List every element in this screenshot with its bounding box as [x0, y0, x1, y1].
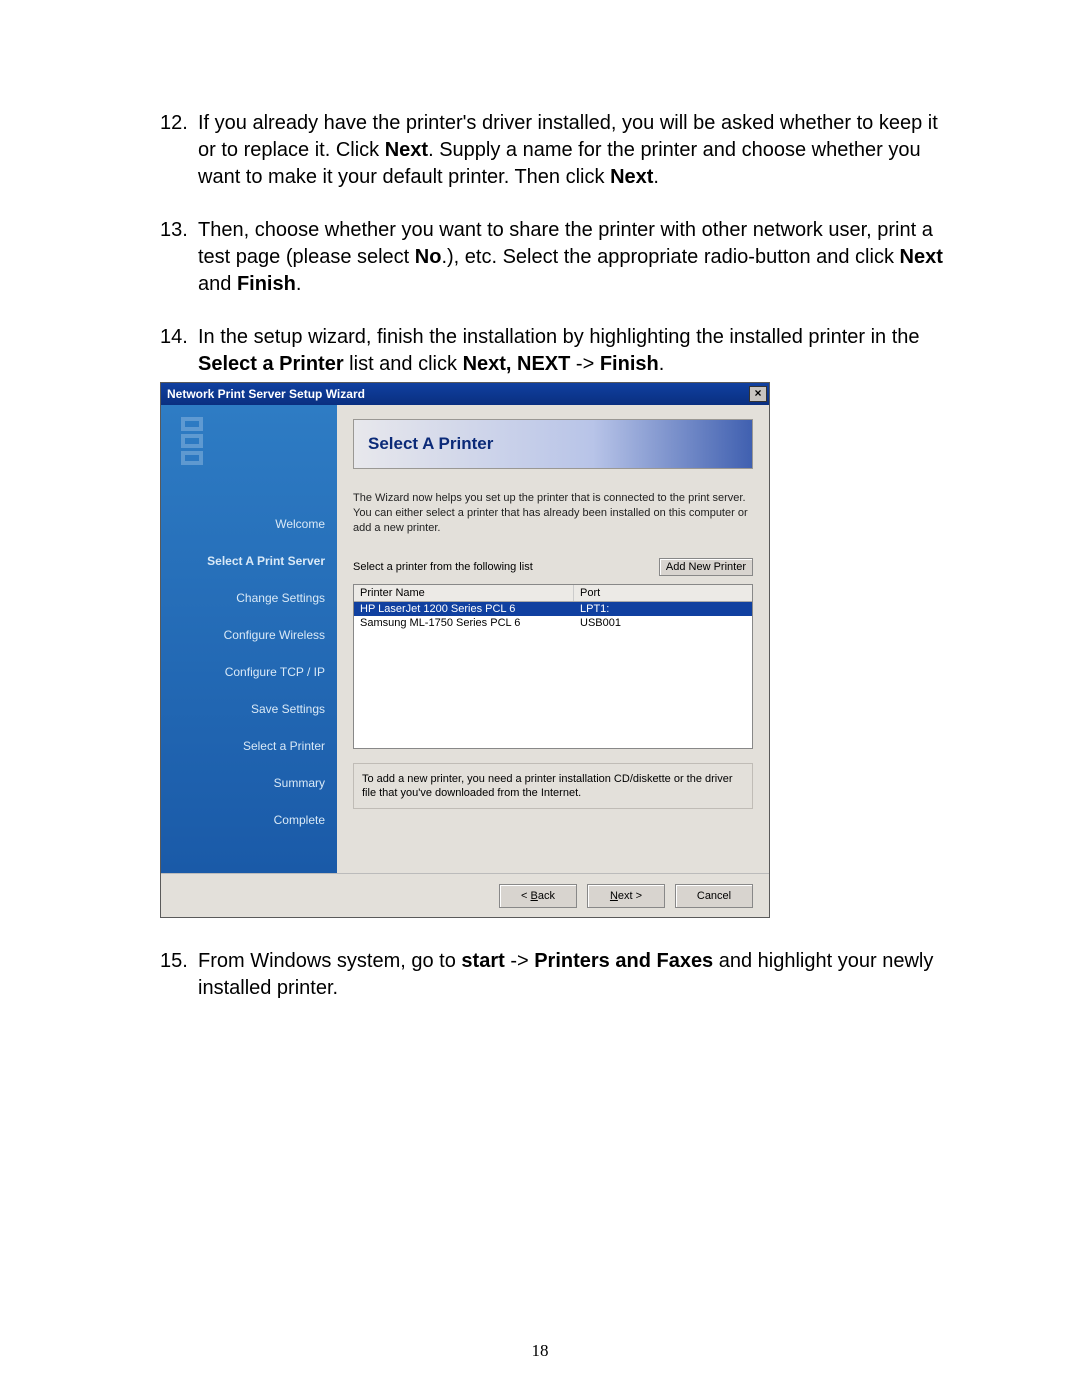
wizard-footer: < Back Next > Cancel	[161, 873, 769, 917]
step-12: 12. If you already have the printer's dr…	[160, 110, 960, 191]
window-title: Network Print Server Setup Wizard	[167, 387, 365, 401]
printer-row[interactable]: Samsung ML-1750 Series PCL 6USB001	[354, 616, 752, 630]
printer-port: USB001	[574, 616, 752, 630]
col-port: Port	[574, 585, 752, 601]
close-icon[interactable]: ×	[749, 386, 767, 402]
cancel-button[interactable]: Cancel	[675, 884, 753, 908]
wizard-heading-banner: Select A Printer	[353, 419, 753, 469]
next-button[interactable]: Next >	[587, 884, 665, 908]
printer-row[interactable]: HP LaserJet 1200 Series PCL 6LPT1:	[354, 602, 752, 616]
wizard-heading: Select A Printer	[368, 434, 493, 454]
sidebar-item-change-settings[interactable]: Change Settings	[161, 579, 337, 616]
printer-name: HP LaserJet 1200 Series PCL 6	[354, 602, 574, 616]
printer-listbox[interactable]: Printer Name Port HP LaserJet 1200 Serie…	[353, 584, 753, 749]
step-number: 13.	[160, 217, 198, 298]
sidebar-item-configure-wireless[interactable]: Configure Wireless	[161, 616, 337, 653]
printer-list-header: Printer Name Port	[354, 585, 752, 602]
sidebar-item-select-a-print-server[interactable]: Select A Print Server	[161, 542, 337, 579]
step-13: 13. Then, choose whether you want to sha…	[160, 217, 960, 298]
sidebar-item-complete[interactable]: Complete	[161, 801, 337, 838]
printer-port: LPT1:	[574, 602, 752, 616]
wizard-intro: The Wizard now helps you set up the prin…	[353, 491, 753, 536]
step-body: Then, choose whether you want to share t…	[198, 217, 960, 298]
step-body: From Windows system, go to start -> Prin…	[198, 948, 960, 1002]
col-printer-name: Printer Name	[354, 585, 574, 601]
step-number: 14.	[160, 324, 198, 378]
wizard-main: Select A Printer The Wizard now helps yo…	[337, 405, 769, 873]
add-new-printer-button[interactable]: Add New Printer	[659, 558, 753, 576]
sidebar-item-select-a-printer[interactable]: Select a Printer	[161, 727, 337, 764]
printer-name: Samsung ML-1750 Series PCL 6	[354, 616, 574, 630]
back-button[interactable]: < Back	[499, 884, 577, 908]
step-number: 15.	[160, 948, 198, 1002]
step-body: If you already have the printer's driver…	[198, 110, 960, 191]
wizard-tip: To add a new printer, you need a printer…	[353, 763, 753, 810]
sidebar-item-save-settings[interactable]: Save Settings	[161, 690, 337, 727]
sidebar-item-welcome[interactable]: Welcome	[161, 505, 337, 542]
instruction-list: 12. If you already have the printer's dr…	[120, 110, 960, 1002]
wizard-window: Network Print Server Setup Wizard × Welc…	[160, 382, 770, 918]
step-14: 14. In the setup wizard, finish the inst…	[160, 324, 960, 378]
sidebar-item-summary[interactable]: Summary	[161, 764, 337, 801]
sidebar-item-configure-tcp-ip[interactable]: Configure TCP / IP	[161, 653, 337, 690]
step-15: 15. From Windows system, go to start -> …	[160, 948, 960, 1002]
wizard-sidebar: WelcomeSelect A Print ServerChange Setti…	[161, 405, 337, 873]
window-titlebar: Network Print Server Setup Wizard ×	[161, 383, 769, 405]
step-body: In the setup wizard, finish the installa…	[198, 324, 960, 378]
step-number: 12.	[160, 110, 198, 191]
page-number: 18	[0, 1341, 1080, 1361]
sidebar-decor	[181, 417, 209, 497]
printer-list-label: Select a printer from the following list	[353, 561, 659, 573]
